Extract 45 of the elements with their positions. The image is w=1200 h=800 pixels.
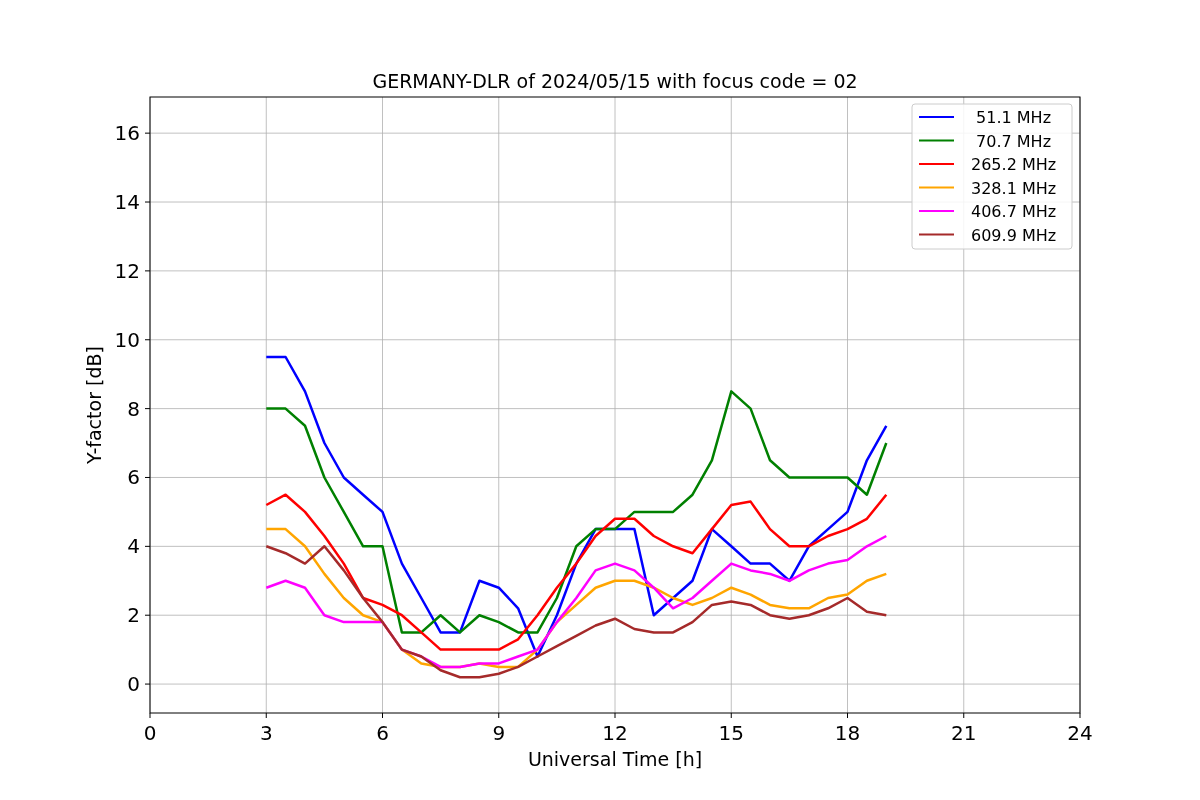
- tick-mark: [730, 712, 732, 719]
- tick-mark: [144, 339, 151, 341]
- legend-label: 51.1 MHz: [976, 108, 1052, 127]
- tick-mark: [144, 270, 151, 272]
- x-tick-label: 18: [834, 721, 861, 745]
- chart-title: GERMANY-DLR of 2024/05/15 with focus code = 02: [372, 70, 858, 92]
- tick-mark: [963, 712, 965, 719]
- x-axis-label: Universal Time [h]: [527, 748, 703, 770]
- x-tick-label: 9: [492, 721, 506, 745]
- legend-label: 328.1 MHz: [971, 178, 1057, 198]
- x-tick-label: 15: [718, 721, 744, 745]
- legend-label: 265.2 MHz: [971, 155, 1057, 174]
- y-tick-label: 16: [114, 121, 140, 146]
- y-tick-label: 2: [127, 603, 140, 628]
- tick-mark: [144, 683, 151, 685]
- tick-mark: [382, 712, 383, 719]
- tick-mark: [144, 614, 151, 616]
- legend-label: 609.9 MHz: [971, 225, 1057, 245]
- x-tick-label: 21: [951, 721, 977, 745]
- tick-mark: [614, 712, 616, 719]
- x-tick-label: 3: [259, 721, 273, 745]
- x-tick-label: 6: [376, 721, 389, 745]
- tick-mark: [144, 201, 151, 203]
- tick-mark: [265, 712, 267, 719]
- legend-label: 406.7 MHz: [971, 202, 1057, 221]
- y-tick-label: 4: [127, 534, 140, 559]
- tick-mark: [847, 712, 848, 719]
- y-axis-label: Y-factor [dB]: [83, 346, 105, 464]
- tick-mark: [1079, 712, 1081, 719]
- y-tick-label: 0: [127, 672, 140, 697]
- y-tick-label: 6: [127, 465, 140, 490]
- tick-mark: [149, 712, 151, 719]
- tick-mark: [144, 477, 151, 478]
- tick-mark: [144, 408, 151, 410]
- x-tick-label: 24: [1067, 721, 1093, 745]
- tick-mark: [498, 712, 500, 719]
- y-tick-label: 10: [114, 327, 140, 352]
- y-tick-label: 8: [127, 396, 140, 421]
- y-tick-label: 14: [114, 190, 140, 214]
- tick-mark: [144, 132, 151, 134]
- tick-mark: [144, 545, 151, 547]
- y-tick-label: 12: [114, 258, 140, 283]
- x-tick-label: 0: [143, 721, 157, 745]
- x-tick-label: 12: [602, 721, 628, 745]
- legend-label: 70.7 MHz: [976, 131, 1052, 151]
